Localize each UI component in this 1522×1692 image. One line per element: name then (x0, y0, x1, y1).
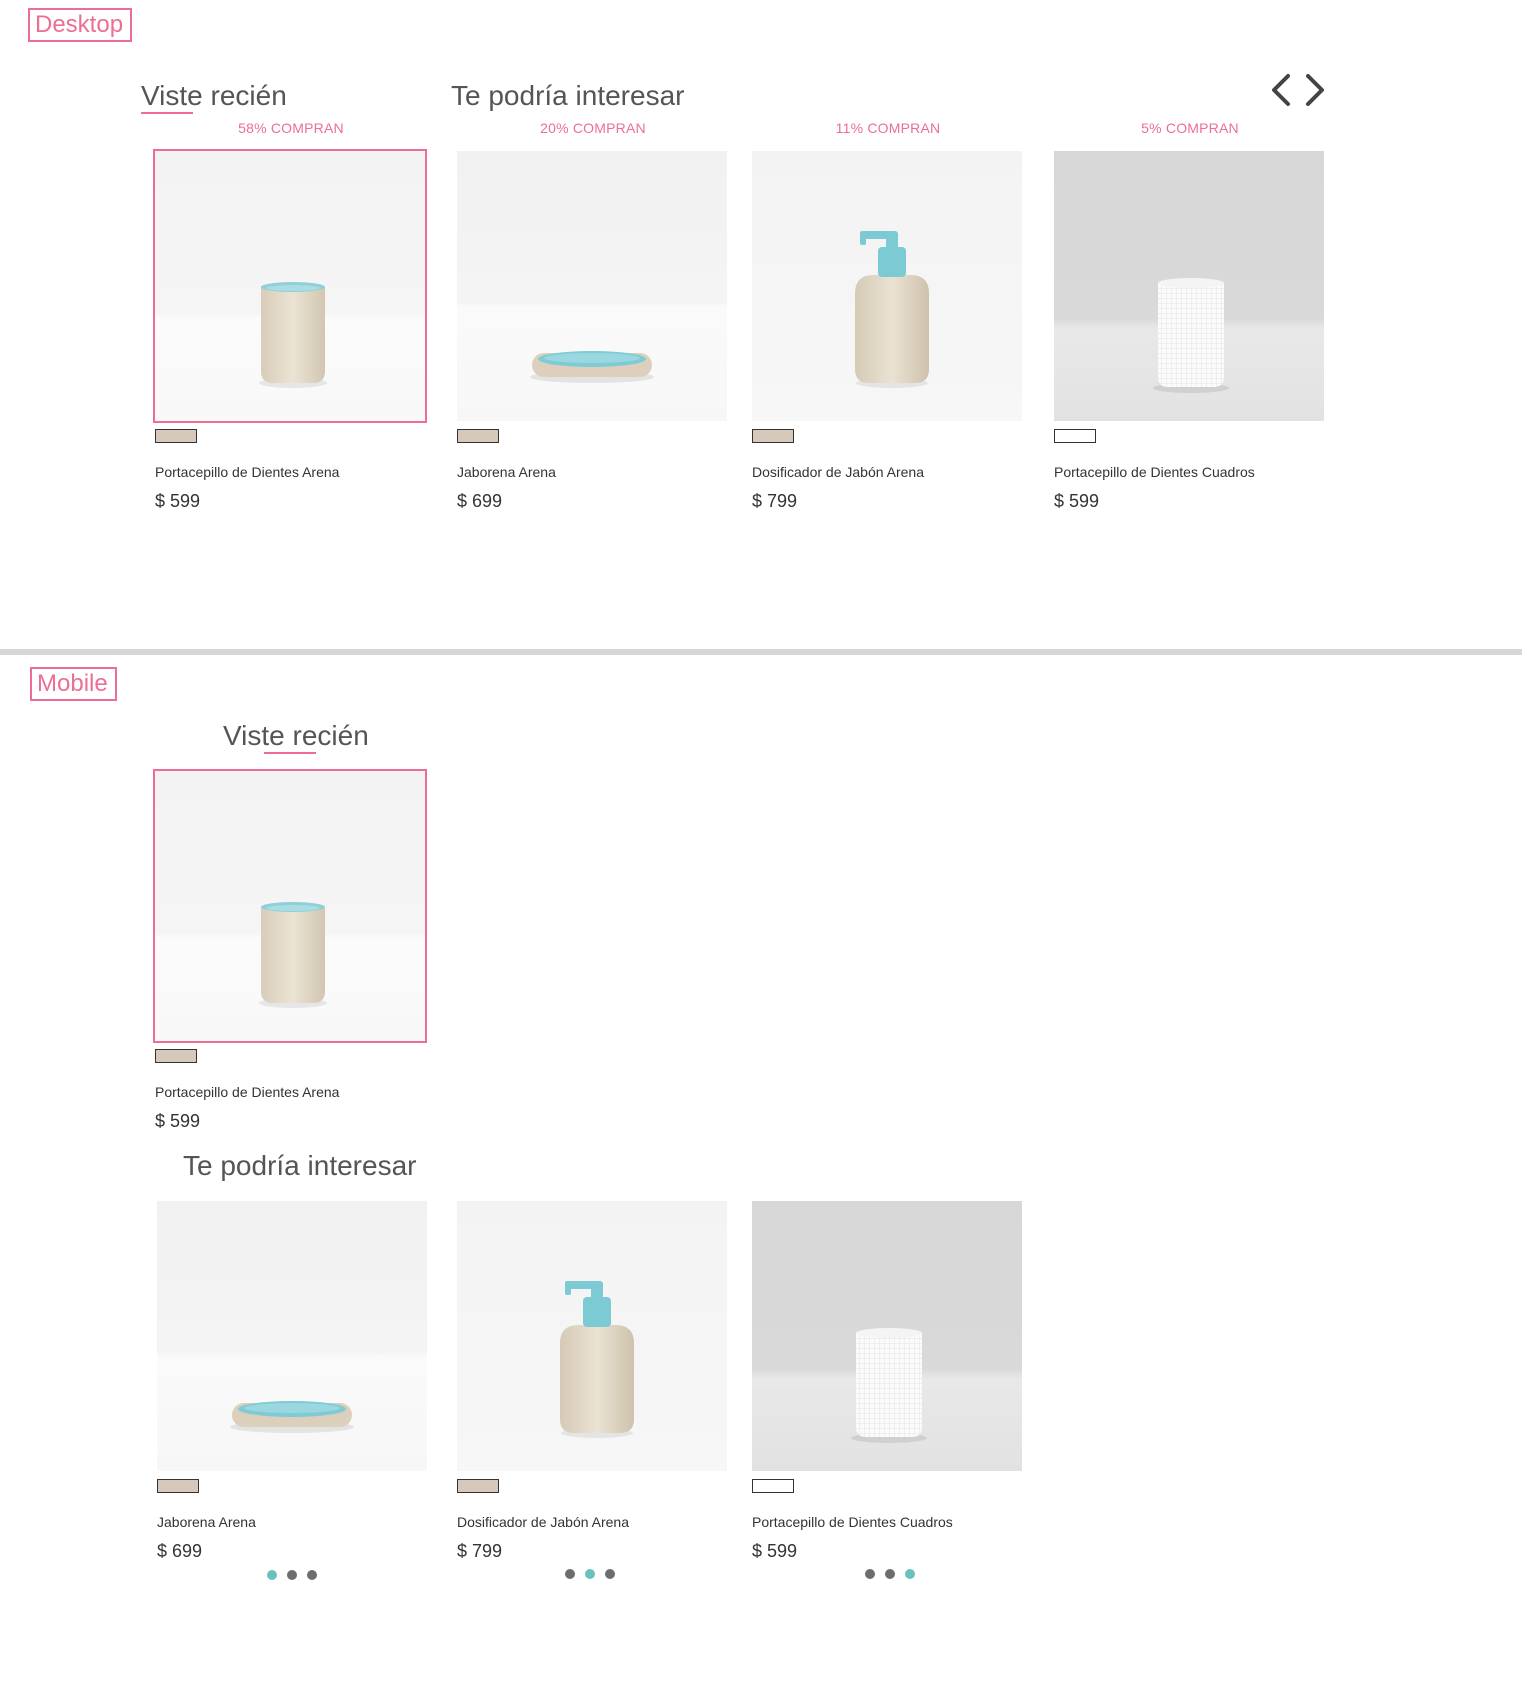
product-price: $ 599 (1054, 491, 1100, 511)
product-name[interactable]: Jaborena Arena (157, 1514, 256, 1530)
white-cup-image (752, 1201, 1022, 1471)
color-swatch[interactable] (752, 429, 794, 443)
soap-dispenser-image (752, 151, 1022, 421)
recent-heading-underline (141, 112, 193, 114)
chevron-right-icon[interactable] (1300, 72, 1330, 108)
color-swatch[interactable] (155, 429, 197, 443)
soap-dispenser-image (457, 1201, 727, 1471)
desktop-label: Desktop (28, 8, 132, 42)
product-image[interactable] (752, 151, 1022, 421)
product-card[interactable] (752, 1201, 1024, 1471)
soap-dish-image (457, 151, 727, 421)
product-image[interactable] (457, 1201, 727, 1471)
mobile-suggest-heading: Te podría interesar (183, 1150, 417, 1181)
chevron-left-icon[interactable] (1266, 72, 1296, 108)
product-card[interactable] (752, 151, 1024, 421)
mobile-recent-heading: Viste recién (223, 720, 369, 751)
product-price: $ 799 (457, 1541, 503, 1561)
purchase-percent: 58% COMPRAN (238, 120, 344, 136)
carousel-dot-active[interactable] (905, 1569, 915, 1579)
section-divider (0, 649, 1522, 655)
product-name[interactable]: Dosificador de Jabón Arena (457, 1514, 629, 1530)
product-name[interactable]: Jaborena Arena (457, 464, 556, 480)
product-price: $ 599 (155, 491, 201, 511)
product-image[interactable] (153, 149, 427, 423)
product-card[interactable] (157, 1201, 429, 1471)
carousel-dot[interactable] (605, 1569, 615, 1579)
carousel-dot[interactable] (287, 1570, 297, 1580)
carousel-dot[interactable] (885, 1569, 895, 1579)
purchase-percent: 11% COMPRAN (835, 120, 941, 136)
mobile-label: Mobile (30, 667, 117, 701)
white-cup-image (1054, 151, 1324, 421)
product-card[interactable] (457, 1201, 729, 1471)
purchase-percent: 20% COMPRAN (540, 120, 646, 136)
product-card[interactable] (153, 769, 427, 1043)
product-image[interactable] (153, 769, 427, 1043)
product-image[interactable] (457, 151, 727, 421)
toothbrush-cup-image (155, 771, 425, 1041)
product-card[interactable] (153, 149, 427, 423)
carousel-dot[interactable] (865, 1569, 875, 1579)
product-name[interactable]: Portacepillo de Dientes Cuadros (752, 1514, 953, 1530)
product-card[interactable] (457, 151, 729, 421)
recent-heading: Viste recién (141, 80, 287, 111)
product-name[interactable]: Portacepillo de Dientes Cuadros (1054, 464, 1255, 480)
product-price: $ 599 (752, 1541, 798, 1561)
product-price: $ 699 (457, 491, 503, 511)
toothbrush-cup-image (155, 151, 425, 421)
product-price: $ 799 (752, 491, 798, 511)
product-price: $ 699 (157, 1541, 203, 1561)
carousel-dots (267, 1570, 317, 1580)
color-swatch[interactable] (457, 429, 499, 443)
carousel-dot[interactable] (307, 1570, 317, 1580)
color-swatch[interactable] (752, 1479, 794, 1493)
color-swatch[interactable] (1054, 429, 1096, 443)
soap-dish-image (157, 1201, 427, 1471)
color-swatch[interactable] (157, 1479, 199, 1493)
color-swatch[interactable] (457, 1479, 499, 1493)
carousel-dot-active[interactable] (585, 1569, 595, 1579)
product-price: $ 599 (155, 1111, 201, 1131)
color-swatch[interactable] (155, 1049, 197, 1063)
product-name[interactable]: Portacepillo de Dientes Arena (155, 464, 339, 480)
product-card[interactable] (1054, 151, 1326, 421)
product-image[interactable] (1054, 151, 1324, 421)
product-image[interactable] (752, 1201, 1022, 1471)
product-name[interactable]: Portacepillo de Dientes Arena (155, 1084, 339, 1100)
carousel-dot-active[interactable] (267, 1570, 277, 1580)
product-image[interactable] (157, 1201, 427, 1471)
carousel-dots (565, 1569, 615, 1579)
suggest-heading: Te podría interesar (451, 80, 685, 111)
carousel-dots (865, 1569, 915, 1579)
product-name[interactable]: Dosificador de Jabón Arena (752, 464, 924, 480)
purchase-percent: 5% COMPRAN (1141, 120, 1239, 136)
carousel-dot[interactable] (565, 1569, 575, 1579)
mobile-recent-heading-underline (264, 752, 316, 754)
